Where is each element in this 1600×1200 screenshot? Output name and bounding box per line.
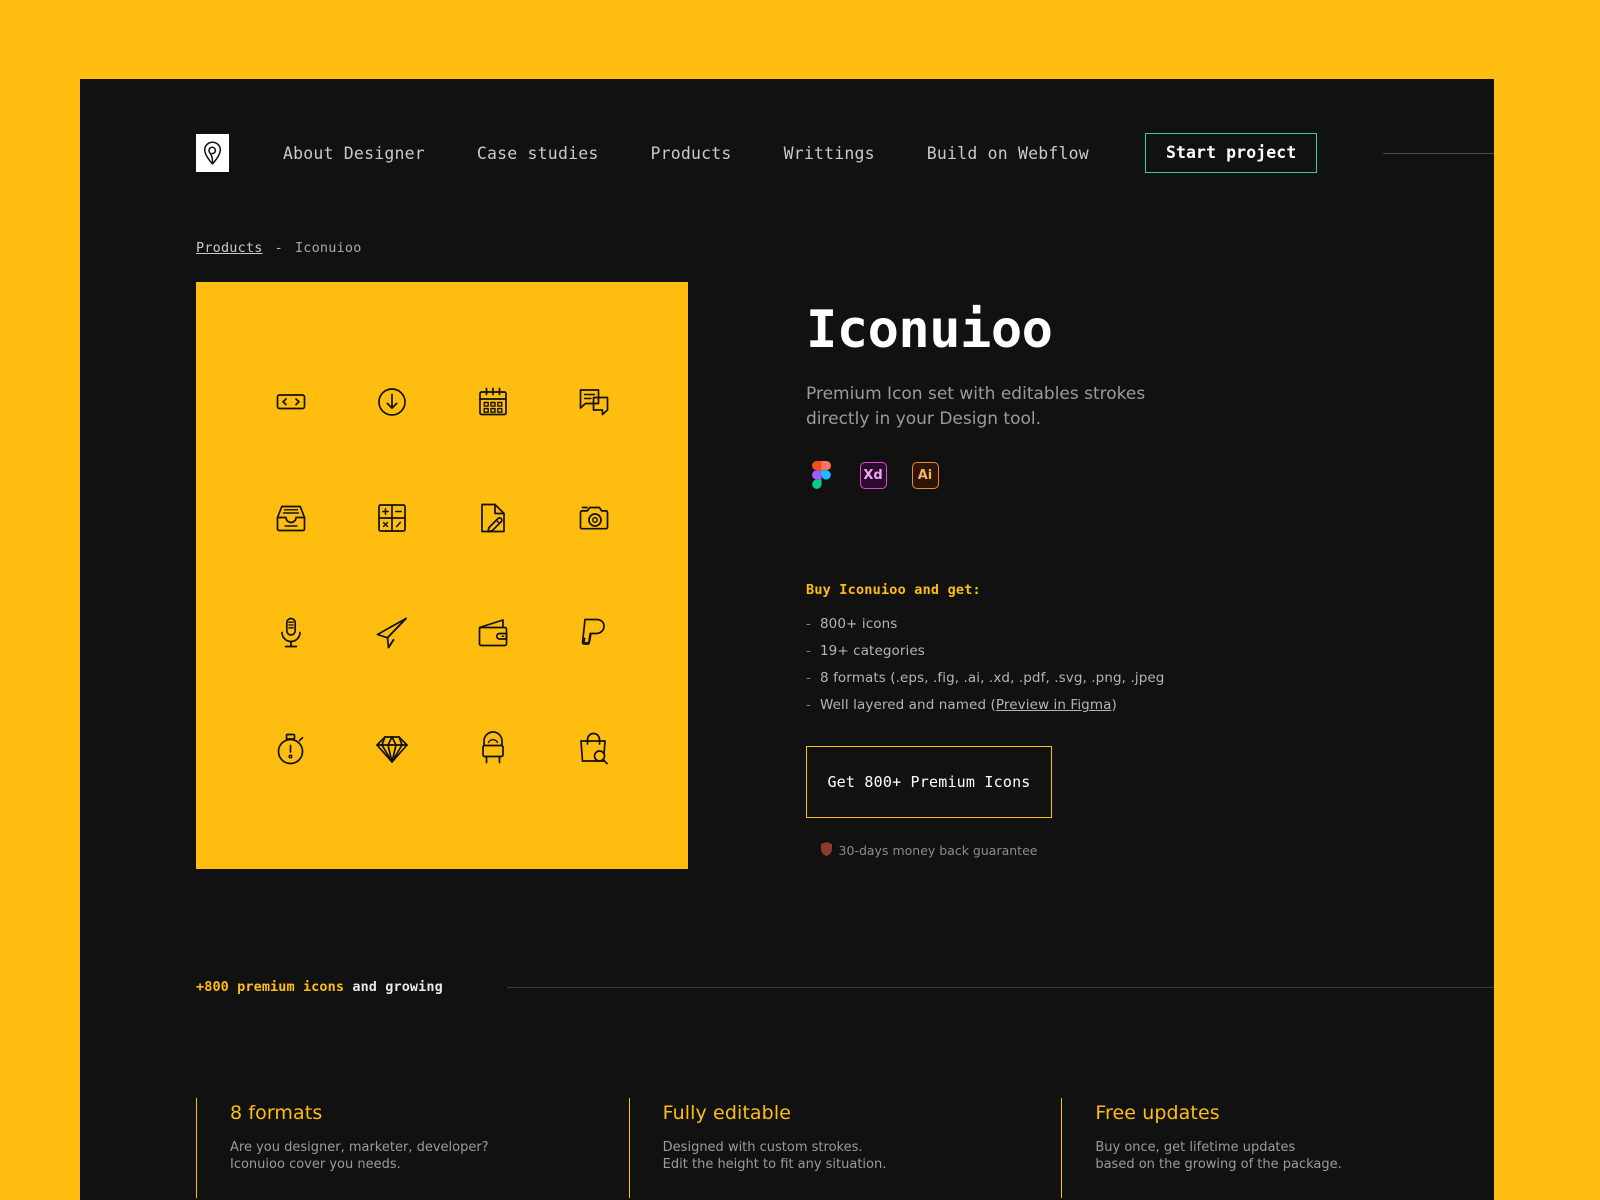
feature-body: Designed with custom strokes. Edit the h… bbox=[662, 1140, 887, 1173]
edit-document-icon bbox=[442, 460, 543, 576]
feature-columns: 8 formats Are you designer, marketer, de… bbox=[196, 1098, 1494, 1198]
list-bullet: - bbox=[806, 670, 811, 687]
adobe-illustrator-icon[interactable]: Ai bbox=[910, 460, 940, 490]
feature-8-formats: 8 formats Are you designer, marketer, de… bbox=[196, 1098, 629, 1198]
adobe-illustrator-label: Ai bbox=[911, 461, 939, 489]
list-item-text: 8 formats (.eps, .fig, .ai, .xd, .pdf, .… bbox=[819, 670, 1165, 687]
chat-bubbles-icon bbox=[543, 344, 644, 460]
camera-icon bbox=[543, 460, 644, 576]
shield-icon bbox=[820, 842, 832, 859]
buy-heading: Buy Iconuioo and get: bbox=[806, 582, 981, 599]
breadcrumb-separator: - bbox=[274, 240, 283, 256]
paper-plane-icon bbox=[341, 576, 442, 692]
feature-title: 8 formats bbox=[230, 1102, 323, 1124]
nav-item-build-on-webflow[interactable]: Build on Webflow bbox=[927, 144, 1089, 163]
list-bullet: - bbox=[806, 697, 811, 714]
shopping-bag-search-icon bbox=[543, 691, 644, 807]
feature-body: Buy once, get lifetime updates based on … bbox=[1095, 1140, 1342, 1173]
growing-accent: +800 premium icons bbox=[196, 979, 345, 995]
buy-benefits-list: - 800+ icons - 19+ categories - 8 format… bbox=[806, 616, 1366, 713]
list-item-text: 800+ icons bbox=[819, 616, 898, 633]
list-item-text: Well layered and named (Preview in Figma… bbox=[820, 697, 1117, 713]
feature-title: Free updates bbox=[1095, 1102, 1220, 1124]
nav-item-writtings[interactable]: Writtings bbox=[784, 144, 875, 163]
feature-fully-editable: Fully editable Designed with custom stro… bbox=[628, 1098, 1062, 1198]
feature-body: Are you designer, marketer, developer? I… bbox=[230, 1140, 489, 1173]
wallet-icon bbox=[442, 576, 543, 692]
code-brackets-icon bbox=[240, 344, 341, 460]
calculator-icon bbox=[341, 460, 442, 576]
list-item-prefix: Well layered and named ( bbox=[819, 697, 996, 714]
header-divider-line bbox=[1383, 152, 1494, 154]
inbox-tray-icon bbox=[240, 460, 341, 576]
product-detail: Iconuioo Premium Icon set with editables… bbox=[806, 282, 1366, 859]
page-title: Iconuioo bbox=[806, 300, 1053, 360]
nav-item-products[interactable]: Products bbox=[650, 144, 731, 163]
feature-title: Fully editable bbox=[662, 1102, 791, 1124]
adobe-xd-label: Xd bbox=[859, 461, 887, 489]
breadcrumb-products-link[interactable]: Products bbox=[196, 240, 263, 256]
diamond-icon bbox=[341, 691, 442, 807]
site-header: About Designer Case studies Products Wri… bbox=[196, 133, 1494, 173]
growing-divider-line bbox=[506, 986, 1494, 988]
growing-band: +800 premium icons and growing bbox=[196, 979, 1494, 995]
list-item: - 800+ icons bbox=[806, 616, 1366, 632]
growing-plain: and growing bbox=[344, 979, 443, 995]
list-item-suffix: ) bbox=[1111, 697, 1117, 714]
breadcrumb: Products - Iconuioo bbox=[196, 240, 362, 256]
list-item: - 8 formats (.eps, .fig, .ai, .xd, .pdf,… bbox=[806, 670, 1366, 686]
list-bullet: - bbox=[806, 643, 811, 660]
nav-item-case-studies[interactable]: Case studies bbox=[477, 144, 599, 163]
guarantee-note: 30-days money back guarantee bbox=[806, 842, 1052, 859]
list-bullet: - bbox=[806, 616, 811, 633]
list-item-text: 19+ categories bbox=[819, 643, 925, 660]
guarantee-text: 30-days money back guarantee bbox=[838, 843, 1038, 859]
icon-showcase-panel bbox=[196, 282, 688, 869]
paypal-icon bbox=[543, 576, 644, 692]
chair-icon bbox=[442, 691, 543, 807]
figma-icon[interactable] bbox=[806, 460, 836, 490]
feature-free-updates: Free updates Buy once, get lifetime upda… bbox=[1061, 1098, 1494, 1198]
stopwatch-alert-icon bbox=[240, 691, 341, 807]
location-pin-logo-icon[interactable] bbox=[196, 134, 229, 172]
nav-item-about-designer[interactable]: About Designer bbox=[283, 144, 425, 163]
icon-grid bbox=[196, 282, 688, 869]
list-item: - Well layered and named (Preview in Fig… bbox=[806, 697, 1366, 713]
format-badges: Xd Ai bbox=[806, 460, 1366, 490]
preview-in-figma-link[interactable]: Preview in Figma bbox=[996, 697, 1112, 713]
page-card: About Designer Case studies Products Wri… bbox=[80, 79, 1494, 1200]
get-premium-icons-button[interactable]: Get 800+ Premium Icons bbox=[806, 746, 1052, 819]
list-item: - 19+ categories bbox=[806, 643, 1366, 659]
download-circle-icon bbox=[341, 344, 442, 460]
adobe-xd-icon[interactable]: Xd bbox=[858, 460, 888, 490]
growing-text: +800 premium icons and growing bbox=[196, 979, 443, 995]
microphone-icon bbox=[240, 576, 341, 692]
product-subtitle: Premium Icon set with editables strokes … bbox=[806, 384, 1146, 429]
start-project-button[interactable]: Start project bbox=[1144, 133, 1318, 173]
breadcrumb-current: Iconuioo bbox=[294, 240, 362, 256]
main-nav: About Designer Case studies Products Wri… bbox=[283, 144, 1089, 163]
calendar-icon bbox=[442, 344, 543, 460]
